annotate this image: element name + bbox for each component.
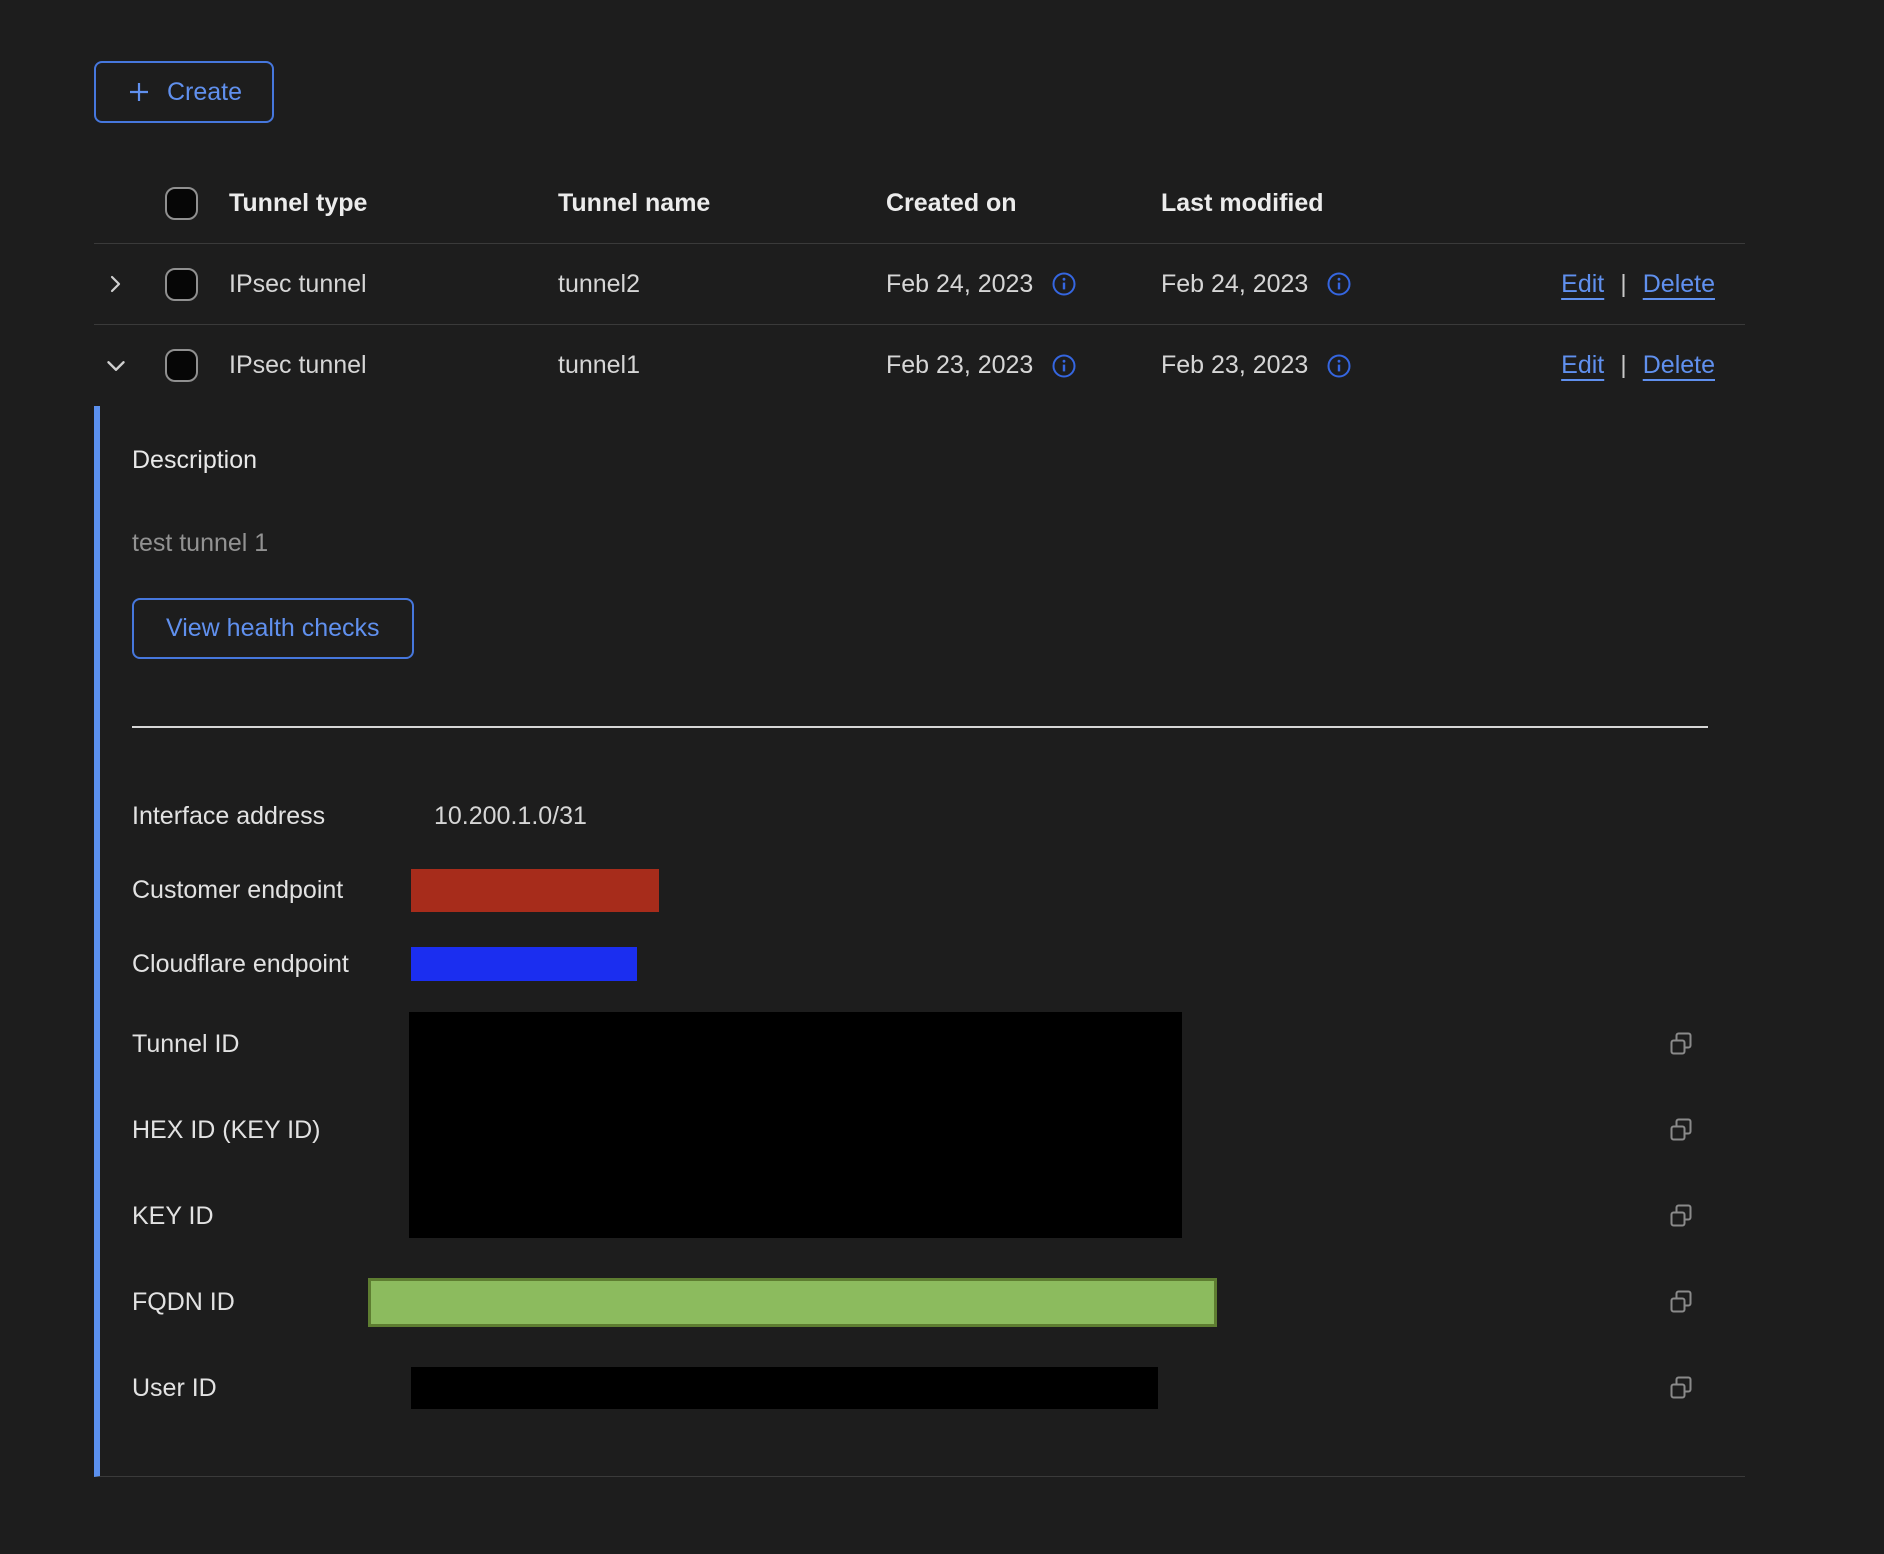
copy-cell [1668, 1117, 1745, 1143]
table-row: IPsec tunnel tunnel1 Feb 23, 2023 Feb 23… [94, 325, 1745, 406]
info-icon[interactable] [1326, 271, 1352, 297]
interface-address-row: Interface address 10.200.1.0/31 [132, 779, 1745, 853]
customer-endpoint-row: Customer endpoint [132, 853, 1745, 927]
ids-redacted-value [409, 1012, 1182, 1238]
page-content: Create Tunnel type Tunnel name Created o… [94, 61, 1745, 1477]
description-label: Description [132, 445, 1745, 475]
collapse-row-button[interactable] [94, 352, 138, 380]
edit-link[interactable]: Edit [1561, 351, 1604, 380]
section-divider [132, 726, 1708, 728]
field-label: Tunnel ID [132, 1030, 411, 1059]
row-checkbox[interactable] [165, 268, 198, 301]
last-modified-cell: Feb 24, 2023 [1161, 270, 1541, 299]
tunnel-name: tunnel2 [558, 270, 886, 299]
copy-cell [1668, 1375, 1745, 1401]
copy-cell [1668, 1031, 1745, 1057]
header-created-on: Created on [886, 189, 1161, 218]
field-label: User ID [132, 1374, 411, 1403]
last-modified-cell: Feb 23, 2023 [1161, 351, 1541, 380]
row-checkbox[interactable] [165, 349, 198, 382]
tunnels-page: Create Tunnel type Tunnel name Created o… [0, 0, 1884, 1554]
info-icon[interactable] [1326, 353, 1352, 379]
copy-icon[interactable] [1668, 1289, 1694, 1315]
interface-address-value: 10.200.1.0/31 [411, 802, 1668, 831]
chevron-right-icon [103, 271, 129, 297]
action-separator: | [1620, 270, 1627, 299]
field-label: Interface address [132, 802, 411, 831]
description-value: test tunnel 1 [132, 528, 1745, 558]
field-label: Customer endpoint [132, 876, 411, 905]
header-last-modified: Last modified [1161, 189, 1541, 218]
fqdn-id-redacted-value [368, 1278, 1217, 1327]
header-tunnel-type: Tunnel type [229, 189, 558, 218]
copy-icon[interactable] [1668, 1117, 1694, 1143]
row-checkbox-cell [138, 268, 229, 301]
create-button[interactable]: Create [94, 61, 274, 123]
delete-link[interactable]: Delete [1643, 270, 1715, 299]
created-on-cell: Feb 24, 2023 [886, 270, 1161, 299]
expand-row-button[interactable] [94, 271, 138, 297]
id-fields-section: Tunnel ID HEX ID (KEY ID [132, 1001, 1745, 1259]
created-on-cell: Feb 23, 2023 [886, 351, 1161, 380]
select-all-checkbox[interactable] [165, 187, 198, 220]
tunnel-type: IPsec tunnel [229, 351, 558, 380]
chevron-down-icon [102, 352, 130, 380]
header-checkbox-cell [138, 187, 229, 220]
field-label: KEY ID [132, 1202, 411, 1231]
info-icon[interactable] [1051, 353, 1077, 379]
tunnel-detail-panel: Description test tunnel 1 View health ch… [94, 406, 1745, 1477]
table-row: IPsec tunnel tunnel2 Feb 24, 2023 Feb 24… [94, 244, 1745, 325]
created-on-date: Feb 24, 2023 [886, 270, 1033, 299]
copy-icon[interactable] [1668, 1375, 1694, 1401]
field-label: HEX ID (KEY ID) [132, 1116, 411, 1145]
edit-link[interactable]: Edit [1561, 270, 1604, 299]
header-tunnel-name: Tunnel name [558, 189, 886, 218]
view-health-checks-button[interactable]: View health checks [132, 598, 414, 659]
plus-icon [126, 79, 152, 105]
row-actions: Edit | Delete [1541, 270, 1745, 299]
tunnel-name: tunnel1 [558, 351, 886, 380]
info-icon[interactable] [1051, 271, 1077, 297]
created-on-date: Feb 23, 2023 [886, 351, 1033, 380]
copy-icon[interactable] [1668, 1203, 1694, 1229]
row-actions: Edit | Delete [1541, 351, 1745, 380]
row-checkbox-cell [138, 349, 229, 382]
table-header-row: Tunnel type Tunnel name Created on Last … [94, 164, 1745, 244]
customer-endpoint-redacted-value [411, 869, 659, 912]
copy-cell [1668, 1203, 1745, 1229]
delete-link[interactable]: Delete [1643, 351, 1715, 380]
last-modified-date: Feb 24, 2023 [1161, 270, 1308, 299]
tunnels-table: Tunnel type Tunnel name Created on Last … [94, 164, 1745, 1477]
copy-icon[interactable] [1668, 1031, 1694, 1057]
field-label: Cloudflare endpoint [132, 950, 411, 979]
user-id-redacted-value [411, 1367, 1158, 1409]
fqdn-id-row: FQDN ID [132, 1259, 1745, 1345]
action-separator: | [1620, 351, 1627, 380]
cloudflare-endpoint-row: Cloudflare endpoint [132, 927, 1745, 1001]
copy-cell [1668, 1289, 1745, 1315]
cloudflare-endpoint-redacted-value [411, 947, 637, 981]
last-modified-date: Feb 23, 2023 [1161, 351, 1308, 380]
create-button-label: Create [167, 78, 242, 107]
tunnel-type: IPsec tunnel [229, 270, 558, 299]
user-id-row: User ID [132, 1345, 1745, 1431]
